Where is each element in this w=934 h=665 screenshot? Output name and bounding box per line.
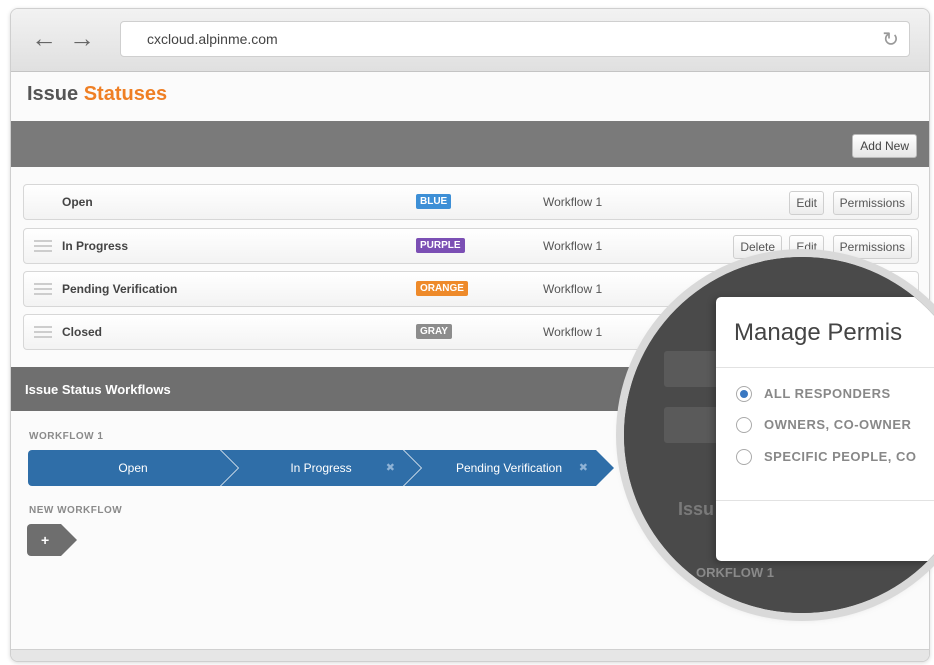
drag-handle-icon[interactable] xyxy=(34,283,52,295)
page-title-accent: Statuses xyxy=(83,83,168,105)
address-bar[interactable]: cxcloud.alpinme.com ↻ xyxy=(120,21,910,57)
drag-handle-icon[interactable] xyxy=(34,240,52,252)
radio-label: SPECIFIC PEOPLE, CO xyxy=(764,449,917,464)
permissions-button[interactable]: Permissions xyxy=(832,235,912,259)
status-name: Open xyxy=(62,195,93,209)
new-workflow-label: NEW WORKFLOW xyxy=(29,505,123,516)
close-icon[interactable]: ✖ xyxy=(386,450,395,486)
workflow-step[interactable]: Open xyxy=(28,450,238,486)
status-name: Pending Verification xyxy=(62,282,178,296)
plus-icon: + xyxy=(41,532,50,548)
edit-button[interactable]: Edit xyxy=(789,191,824,215)
delete-button[interactable]: Delete xyxy=(733,235,782,259)
status-name: Closed xyxy=(62,325,103,339)
permissions-button[interactable]: Permissions xyxy=(832,191,912,215)
section-title: Issue Status Workflows xyxy=(25,382,171,397)
status-row-open: Open BLUE Workflow 1 Edit Permissions xyxy=(23,184,919,220)
dimmed-workflow-label: ORKFLOW 1 xyxy=(696,565,774,580)
status-name: In Progress xyxy=(62,239,129,253)
workflow-name: Workflow 1 xyxy=(543,282,603,296)
color-badge: PURPLE xyxy=(416,238,465,253)
color-badge: BLUE xyxy=(416,194,452,209)
edit-button[interactable]: Edit xyxy=(789,235,824,259)
radio-unchecked-icon[interactable] xyxy=(736,417,752,433)
radio-label: OWNERS, CO-OWNER xyxy=(764,417,912,432)
step-label: Open xyxy=(118,461,148,475)
status-toolbar: Add New xyxy=(11,121,929,167)
drag-handle-icon[interactable] xyxy=(34,326,52,338)
workflow-name: Workflow 1 xyxy=(543,195,603,209)
color-badge: ORANGE xyxy=(416,281,468,296)
workflow-name: Workflow 1 xyxy=(543,325,603,339)
add-workflow-button[interactable]: + xyxy=(27,524,77,556)
page-title: Issue Statuses xyxy=(27,83,167,106)
radio-unchecked-icon[interactable] xyxy=(736,449,752,465)
radio-checked-icon[interactable] xyxy=(736,386,752,402)
modal-divider xyxy=(716,367,934,368)
page-title-prefix: Issue xyxy=(27,83,79,105)
reload-icon[interactable]: ↻ xyxy=(882,27,899,52)
modal-divider xyxy=(716,500,934,501)
manage-permissions-modal: Manage Permis ALL RESPONDERS OWNERS, CO-… xyxy=(716,297,934,561)
workflow-label: WORKFLOW 1 xyxy=(29,431,104,442)
magnifier-callout: Issu ORKFLOW 1 Manage Permis ALL RESPOND… xyxy=(624,257,934,613)
arrow-left-icon[interactable]: ← xyxy=(31,25,57,51)
url-text: cxcloud.alpinme.com xyxy=(147,31,278,47)
arrow-right-icon[interactable]: → xyxy=(69,25,95,51)
dimmed-section-title: Issu xyxy=(678,499,715,519)
step-label: Pending Verification xyxy=(455,461,563,475)
close-icon[interactable]: ✖ xyxy=(579,450,588,486)
workflow-name: Workflow 1 xyxy=(543,239,603,253)
workflow-step[interactable]: In Progress ✖ xyxy=(221,450,421,486)
bottom-strip xyxy=(11,649,929,661)
browser-chrome: ← → cxcloud.alpinme.com ↻ xyxy=(11,9,929,72)
step-label: In Progress xyxy=(290,461,352,475)
modal-title: Manage Permis xyxy=(734,319,903,346)
workflow-step[interactable]: Pending Verification ✖ xyxy=(404,450,614,486)
radio-label: ALL RESPONDERS xyxy=(764,386,891,401)
color-badge: GRAY xyxy=(416,324,452,339)
add-new-button[interactable]: Add New xyxy=(852,134,917,158)
